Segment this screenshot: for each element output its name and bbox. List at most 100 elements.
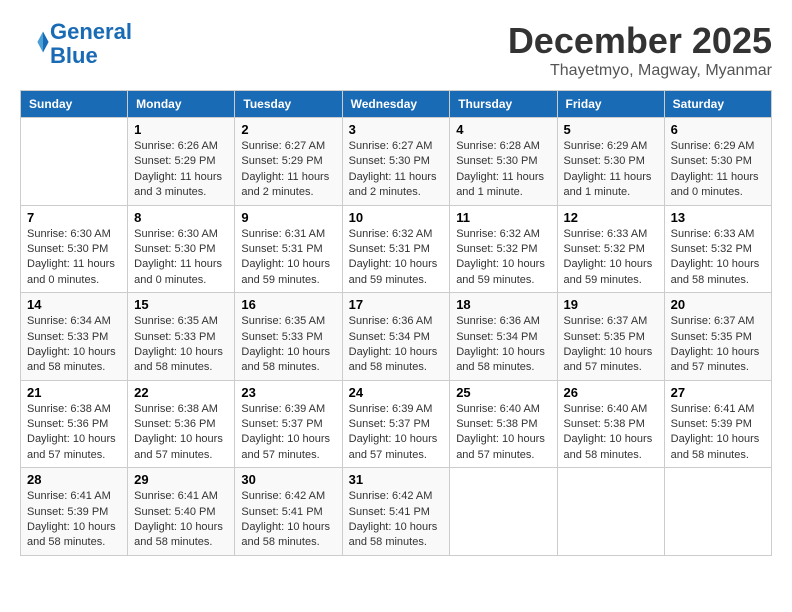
day-number: 19 xyxy=(564,297,658,312)
day-number: 13 xyxy=(671,210,765,225)
day-number: 14 xyxy=(27,297,121,312)
day-number: 10 xyxy=(349,210,444,225)
calendar-cell: 17 Sunrise: 6:36 AMSunset: 5:34 PMDaylig… xyxy=(342,293,450,381)
calendar-cell xyxy=(557,468,664,556)
calendar-cell: 6 Sunrise: 6:29 AMSunset: 5:30 PMDayligh… xyxy=(664,118,771,206)
calendar-cell: 11 Sunrise: 6:32 AMSunset: 5:32 PMDaylig… xyxy=(450,205,557,293)
cell-info: Sunrise: 6:40 AMSunset: 5:38 PMDaylight:… xyxy=(456,403,545,461)
day-number: 15 xyxy=(134,297,228,312)
day-number: 16 xyxy=(241,297,335,312)
calendar-cell xyxy=(450,468,557,556)
day-number: 8 xyxy=(134,210,228,225)
calendar-cell: 22 Sunrise: 6:38 AMSunset: 5:36 PMDaylig… xyxy=(128,380,235,468)
calendar-cell: 25 Sunrise: 6:40 AMSunset: 5:38 PMDaylig… xyxy=(450,380,557,468)
logo-icon xyxy=(22,28,50,56)
logo-text: General Blue xyxy=(50,20,132,68)
cell-info: Sunrise: 6:36 AMSunset: 5:34 PMDaylight:… xyxy=(349,315,438,373)
calendar-cell: 30 Sunrise: 6:42 AMSunset: 5:41 PMDaylig… xyxy=(235,468,342,556)
calendar-cell: 1 Sunrise: 6:26 AMSunset: 5:29 PMDayligh… xyxy=(128,118,235,206)
cell-info: Sunrise: 6:41 AMSunset: 5:39 PMDaylight:… xyxy=(27,490,116,548)
day-number: 11 xyxy=(456,210,550,225)
calendar-cell: 24 Sunrise: 6:39 AMSunset: 5:37 PMDaylig… xyxy=(342,380,450,468)
weekday-header-row: SundayMondayTuesdayWednesdayThursdayFrid… xyxy=(21,91,772,118)
day-number: 3 xyxy=(349,122,444,137)
weekday-header-friday: Friday xyxy=(557,91,664,118)
cell-info: Sunrise: 6:38 AMSunset: 5:36 PMDaylight:… xyxy=(134,403,223,461)
day-number: 30 xyxy=(241,472,335,487)
logo-line1: General xyxy=(50,19,132,44)
day-number: 25 xyxy=(456,385,550,400)
day-number: 24 xyxy=(349,385,444,400)
calendar-cell: 2 Sunrise: 6:27 AMSunset: 5:29 PMDayligh… xyxy=(235,118,342,206)
page-header: General Blue December 2025 Thayetmyo, Ma… xyxy=(20,20,772,80)
calendar-cell: 4 Sunrise: 6:28 AMSunset: 5:30 PMDayligh… xyxy=(450,118,557,206)
calendar-cell: 9 Sunrise: 6:31 AMSunset: 5:31 PMDayligh… xyxy=(235,205,342,293)
day-number: 4 xyxy=(456,122,550,137)
day-number: 18 xyxy=(456,297,550,312)
day-number: 7 xyxy=(27,210,121,225)
weekday-header-thursday: Thursday xyxy=(450,91,557,118)
calendar-cell: 10 Sunrise: 6:32 AMSunset: 5:31 PMDaylig… xyxy=(342,205,450,293)
day-number: 1 xyxy=(134,122,228,137)
calendar-cell: 14 Sunrise: 6:34 AMSunset: 5:33 PMDaylig… xyxy=(21,293,128,381)
calendar-cell: 27 Sunrise: 6:41 AMSunset: 5:39 PMDaylig… xyxy=(664,380,771,468)
cell-info: Sunrise: 6:38 AMSunset: 5:36 PMDaylight:… xyxy=(27,403,116,461)
cell-info: Sunrise: 6:32 AMSunset: 5:31 PMDaylight:… xyxy=(349,228,438,286)
cell-info: Sunrise: 6:27 AMSunset: 5:29 PMDaylight:… xyxy=(241,140,329,198)
cell-info: Sunrise: 6:30 AMSunset: 5:30 PMDaylight:… xyxy=(134,228,222,286)
cell-info: Sunrise: 6:35 AMSunset: 5:33 PMDaylight:… xyxy=(241,315,330,373)
calendar-week-row: 21 Sunrise: 6:38 AMSunset: 5:36 PMDaylig… xyxy=(21,380,772,468)
calendar-cell: 15 Sunrise: 6:35 AMSunset: 5:33 PMDaylig… xyxy=(128,293,235,381)
calendar-cell: 7 Sunrise: 6:30 AMSunset: 5:30 PMDayligh… xyxy=(21,205,128,293)
calendar-week-row: 14 Sunrise: 6:34 AMSunset: 5:33 PMDaylig… xyxy=(21,293,772,381)
logo-line2: Blue xyxy=(50,43,98,68)
weekday-header-sunday: Sunday xyxy=(21,91,128,118)
day-number: 17 xyxy=(349,297,444,312)
calendar-table: SundayMondayTuesdayWednesdayThursdayFrid… xyxy=(20,90,772,556)
cell-info: Sunrise: 6:28 AMSunset: 5:30 PMDaylight:… xyxy=(456,140,544,198)
cell-info: Sunrise: 6:29 AMSunset: 5:30 PMDaylight:… xyxy=(671,140,759,198)
cell-info: Sunrise: 6:31 AMSunset: 5:31 PMDaylight:… xyxy=(241,228,330,286)
day-number: 20 xyxy=(671,297,765,312)
cell-info: Sunrise: 6:41 AMSunset: 5:40 PMDaylight:… xyxy=(134,490,223,548)
calendar-cell: 19 Sunrise: 6:37 AMSunset: 5:35 PMDaylig… xyxy=(557,293,664,381)
cell-info: Sunrise: 6:33 AMSunset: 5:32 PMDaylight:… xyxy=(671,228,760,286)
logo: General Blue xyxy=(20,20,132,68)
cell-info: Sunrise: 6:39 AMSunset: 5:37 PMDaylight:… xyxy=(241,403,330,461)
calendar-week-row: 1 Sunrise: 6:26 AMSunset: 5:29 PMDayligh… xyxy=(21,118,772,206)
calendar-cell: 26 Sunrise: 6:40 AMSunset: 5:38 PMDaylig… xyxy=(557,380,664,468)
calendar-cell: 20 Sunrise: 6:37 AMSunset: 5:35 PMDaylig… xyxy=(664,293,771,381)
cell-info: Sunrise: 6:42 AMSunset: 5:41 PMDaylight:… xyxy=(349,490,438,548)
day-number: 31 xyxy=(349,472,444,487)
calendar-week-row: 7 Sunrise: 6:30 AMSunset: 5:30 PMDayligh… xyxy=(21,205,772,293)
calendar-cell xyxy=(21,118,128,206)
day-number: 22 xyxy=(134,385,228,400)
day-number: 27 xyxy=(671,385,765,400)
day-number: 6 xyxy=(671,122,765,137)
day-number: 28 xyxy=(27,472,121,487)
day-number: 29 xyxy=(134,472,228,487)
calendar-cell: 29 Sunrise: 6:41 AMSunset: 5:40 PMDaylig… xyxy=(128,468,235,556)
location-title: Thayetmyo, Magway, Myanmar xyxy=(508,62,772,80)
calendar-week-row: 28 Sunrise: 6:41 AMSunset: 5:39 PMDaylig… xyxy=(21,468,772,556)
calendar-cell: 31 Sunrise: 6:42 AMSunset: 5:41 PMDaylig… xyxy=(342,468,450,556)
cell-info: Sunrise: 6:41 AMSunset: 5:39 PMDaylight:… xyxy=(671,403,760,461)
cell-info: Sunrise: 6:37 AMSunset: 5:35 PMDaylight:… xyxy=(564,315,653,373)
day-number: 9 xyxy=(241,210,335,225)
cell-info: Sunrise: 6:32 AMSunset: 5:32 PMDaylight:… xyxy=(456,228,545,286)
cell-info: Sunrise: 6:36 AMSunset: 5:34 PMDaylight:… xyxy=(456,315,545,373)
calendar-cell xyxy=(664,468,771,556)
calendar-cell: 12 Sunrise: 6:33 AMSunset: 5:32 PMDaylig… xyxy=(557,205,664,293)
day-number: 5 xyxy=(564,122,658,137)
cell-info: Sunrise: 6:27 AMSunset: 5:30 PMDaylight:… xyxy=(349,140,437,198)
weekday-header-tuesday: Tuesday xyxy=(235,91,342,118)
month-title: December 2025 xyxy=(508,20,772,62)
weekday-header-monday: Monday xyxy=(128,91,235,118)
day-number: 12 xyxy=(564,210,658,225)
cell-info: Sunrise: 6:40 AMSunset: 5:38 PMDaylight:… xyxy=(564,403,653,461)
calendar-cell: 28 Sunrise: 6:41 AMSunset: 5:39 PMDaylig… xyxy=(21,468,128,556)
calendar-cell: 3 Sunrise: 6:27 AMSunset: 5:30 PMDayligh… xyxy=(342,118,450,206)
cell-info: Sunrise: 6:37 AMSunset: 5:35 PMDaylight:… xyxy=(671,315,760,373)
cell-info: Sunrise: 6:35 AMSunset: 5:33 PMDaylight:… xyxy=(134,315,223,373)
calendar-cell: 18 Sunrise: 6:36 AMSunset: 5:34 PMDaylig… xyxy=(450,293,557,381)
